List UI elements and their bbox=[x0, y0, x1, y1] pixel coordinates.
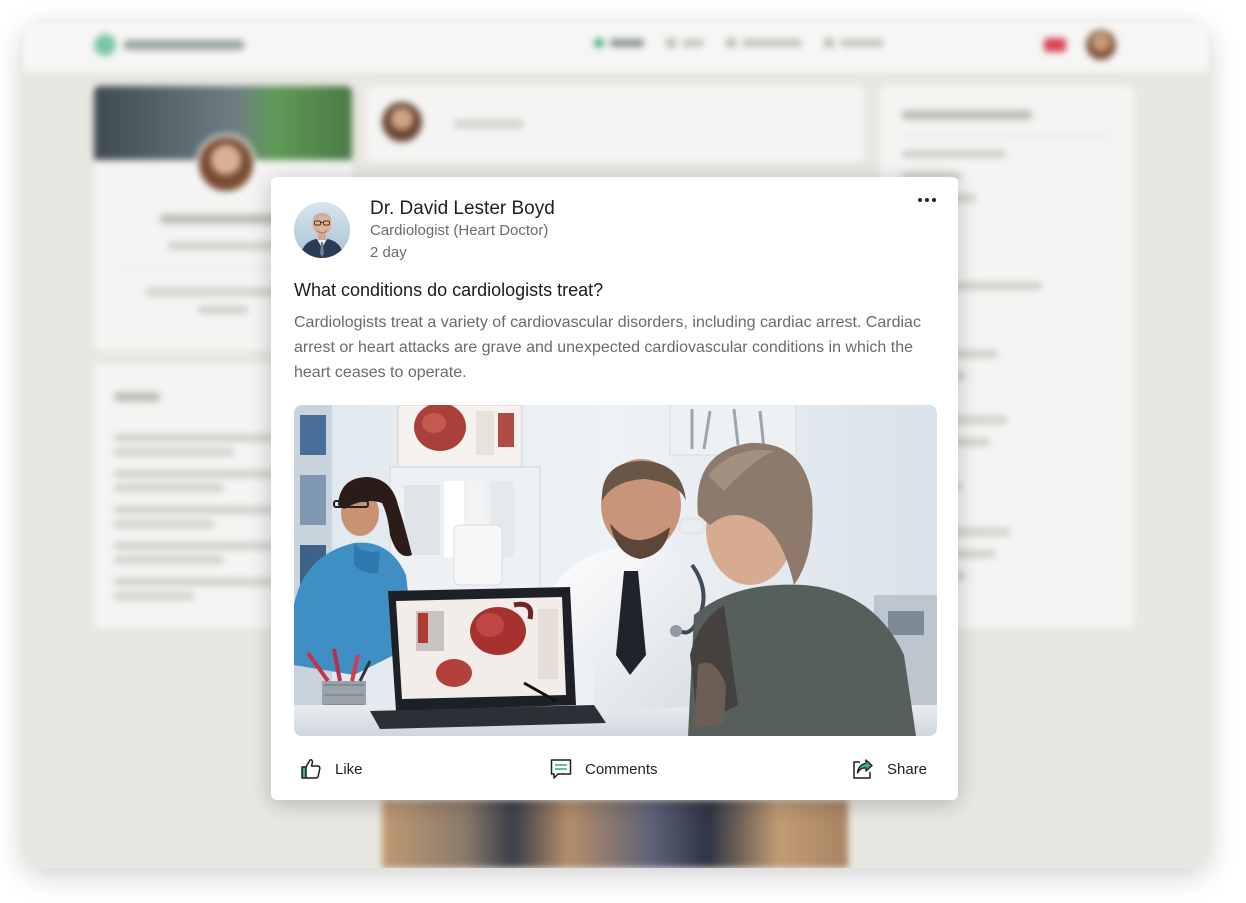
share-button[interactable]: Share bbox=[851, 749, 927, 789]
briefcase-icon bbox=[666, 38, 676, 48]
logo-wordmark bbox=[124, 40, 244, 50]
post-image[interactable] bbox=[294, 405, 937, 736]
compose-avatar-blurred bbox=[382, 102, 422, 142]
nav-messaging-blurred bbox=[726, 38, 802, 48]
background-topbar bbox=[22, 20, 1210, 73]
thumbs-up-icon bbox=[299, 757, 323, 781]
profile-avatar-blurred bbox=[196, 134, 256, 194]
more-options-button[interactable] bbox=[914, 191, 940, 209]
post-title: What conditions do cardiologists treat? bbox=[294, 280, 604, 300]
author-avatar-image bbox=[294, 202, 350, 258]
author-role: Cardiologist (Heart Doctor) bbox=[370, 222, 549, 239]
home-icon bbox=[594, 38, 604, 48]
like-button[interactable]: Like bbox=[299, 749, 363, 789]
background-nav bbox=[594, 38, 884, 48]
background-compose-box bbox=[366, 86, 864, 162]
nav-jobs-blurred bbox=[666, 38, 704, 48]
post-actions: Like Comments Share bbox=[271, 749, 958, 789]
background-next-post-image bbox=[382, 800, 848, 868]
comments-button[interactable]: Comments bbox=[549, 749, 658, 789]
author-name[interactable]: Dr. David Lester Boyd bbox=[370, 198, 555, 220]
logo-icon bbox=[94, 34, 116, 56]
chat-bubble-icon bbox=[549, 757, 573, 781]
post-card: Dr. David Lester Boyd Cardiologist (Hear… bbox=[271, 177, 958, 800]
share-arrow-icon bbox=[851, 757, 875, 781]
nav-settings-blurred bbox=[824, 38, 884, 48]
message-icon bbox=[726, 38, 736, 48]
post-body: Cardiologists treat a variety of cardiov… bbox=[294, 314, 921, 381]
share-label: Share bbox=[887, 760, 928, 778]
gear-icon bbox=[824, 38, 834, 48]
nav-home-blurred bbox=[594, 38, 644, 48]
user-avatar-blurred bbox=[1086, 30, 1116, 60]
post-photo-doctor-patient bbox=[294, 405, 937, 736]
like-label: Like bbox=[335, 760, 363, 778]
flag-icon bbox=[1044, 38, 1066, 52]
background-logo bbox=[94, 34, 244, 56]
post-timestamp: 2 day bbox=[370, 244, 407, 261]
more-horizontal-icon bbox=[918, 198, 936, 202]
comments-label: Comments bbox=[585, 760, 658, 778]
author-avatar[interactable] bbox=[294, 202, 350, 258]
